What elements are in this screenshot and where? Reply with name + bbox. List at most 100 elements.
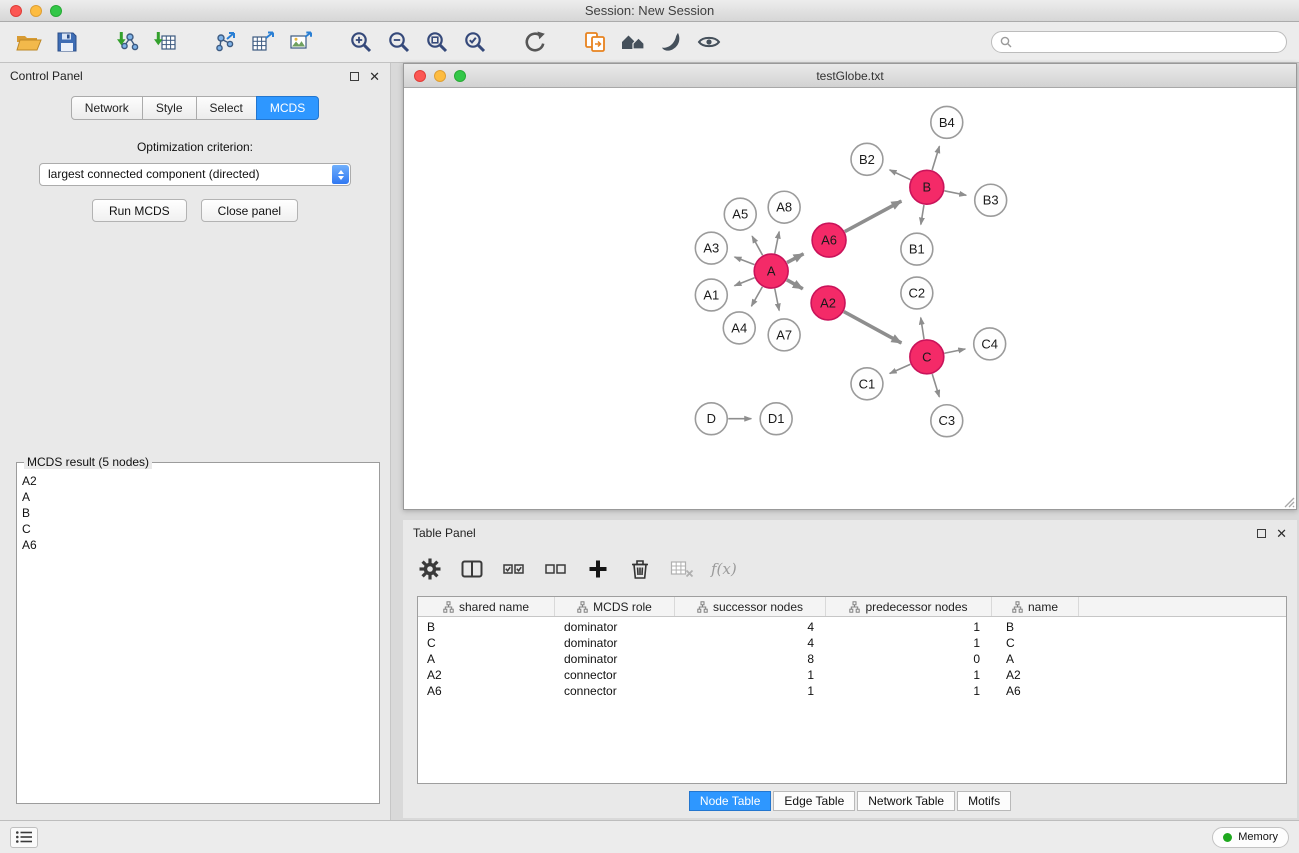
tab-motifs[interactable]: Motifs <box>957 791 1011 811</box>
graph-edge-B-B1[interactable] <box>921 205 924 224</box>
apply-layout-button[interactable] <box>516 26 554 58</box>
graph-edge-C-C4[interactable] <box>944 349 965 353</box>
graph-node-C3[interactable]: C3 <box>931 405 963 437</box>
close-mcds-panel-button[interactable]: Close panel <box>201 199 298 222</box>
tab-network[interactable]: Network <box>71 96 143 120</box>
show-columns-button[interactable] <box>459 556 485 582</box>
export-network-button[interactable] <box>206 26 244 58</box>
zoom-out-button[interactable] <box>380 26 418 58</box>
search-box[interactable] <box>991 31 1287 53</box>
tab-edge-table[interactable]: Edge Table <box>773 791 855 811</box>
table-row[interactable]: Adominator80A <box>418 651 1286 667</box>
graph-node-C2[interactable]: C2 <box>901 277 933 309</box>
resize-grip-icon[interactable] <box>1284 497 1295 508</box>
network-maximize-button[interactable] <box>454 70 466 82</box>
graph-node-B[interactable]: B <box>910 170 944 204</box>
graph-node-A5[interactable]: A5 <box>724 198 756 230</box>
network-close-button[interactable] <box>414 70 426 82</box>
tab-select[interactable]: Select <box>196 96 257 120</box>
export-image-button[interactable] <box>282 26 320 58</box>
save-session-button[interactable] <box>48 26 86 58</box>
ndex-transfer-button[interactable] <box>576 26 614 58</box>
graph-node-B4[interactable]: B4 <box>931 106 963 138</box>
export-table-button[interactable] <box>244 26 282 58</box>
graph-edge-C-C1[interactable] <box>890 364 911 373</box>
graph-edge-A2-C[interactable] <box>844 312 902 343</box>
graph-edge-B-B2[interactable] <box>890 170 911 180</box>
graph-node-A1[interactable]: A1 <box>695 279 727 311</box>
select-all-button[interactable] <box>501 556 527 582</box>
column-header-mcds-role[interactable]: MCDS role <box>555 597 675 616</box>
column-header-successor-nodes[interactable]: successor nodes <box>675 597 826 616</box>
graph-edge-A6-B[interactable] <box>845 201 902 232</box>
float-table-panel-icon[interactable] <box>1257 529 1266 538</box>
graph-edge-A-A5[interactable] <box>752 236 762 255</box>
open-file-button[interactable] <box>10 26 48 58</box>
table-mode-button[interactable] <box>417 556 443 582</box>
mcds-result-item[interactable]: A6 <box>22 537 377 553</box>
graph-node-C4[interactable]: C4 <box>974 328 1006 360</box>
graph-edge-A-A3[interactable] <box>735 257 755 265</box>
graph-edge-A-A1[interactable] <box>734 278 754 286</box>
table-row[interactable]: Bdominator41B <box>418 619 1286 635</box>
mcds-result-item[interactable]: B <box>22 505 377 521</box>
tab-mcds[interactable]: MCDS <box>256 96 319 120</box>
table-row[interactable]: A2connector11A2 <box>418 667 1286 683</box>
deselect-all-button[interactable] <box>543 556 569 582</box>
float-panel-icon[interactable] <box>350 72 359 81</box>
graph-node-B1[interactable]: B1 <box>901 233 933 265</box>
table-row[interactable]: A6connector11A6 <box>418 683 1286 699</box>
tab-node-table[interactable]: Node Table <box>689 791 772 811</box>
delete-columns-button[interactable] <box>627 556 653 582</box>
graph-node-A[interactable]: A <box>754 254 788 288</box>
close-table-panel-icon[interactable]: ✕ <box>1276 527 1287 540</box>
graph-node-C1[interactable]: C1 <box>851 368 883 400</box>
run-mcds-button[interactable]: Run MCDS <box>92 199 187 222</box>
graph-node-A2[interactable]: A2 <box>811 286 845 320</box>
graph-node-D[interactable]: D <box>695 403 727 435</box>
tab-style[interactable]: Style <box>142 96 197 120</box>
graph-edge-B-B4[interactable] <box>932 146 939 170</box>
table-row[interactable]: Cdominator41C <box>418 635 1286 651</box>
maximize-window-button[interactable] <box>50 5 62 17</box>
graph-node-C[interactable]: C <box>910 340 944 374</box>
graph-node-A8[interactable]: A8 <box>768 191 800 223</box>
mcds-result-item[interactable]: A <box>22 489 377 505</box>
graph-node-D1[interactable]: D1 <box>760 403 792 435</box>
graph-node-A7[interactable]: A7 <box>768 319 800 351</box>
graph-node-A4[interactable]: A4 <box>723 312 755 344</box>
mcds-result-item[interactable]: C <box>22 521 377 537</box>
memory-button[interactable]: Memory <box>1212 827 1289 848</box>
close-window-button[interactable] <box>10 5 22 17</box>
create-column-button[interactable] <box>585 556 611 582</box>
mcds-result-item[interactable]: A2 <box>22 473 377 489</box>
zoom-in-button[interactable] <box>342 26 380 58</box>
graph-edge-A-A2[interactable] <box>787 280 803 289</box>
tab-network-table[interactable]: Network Table <box>857 791 955 811</box>
graph-edge-A-A7[interactable] <box>775 289 779 311</box>
import-table-button[interactable] <box>146 26 184 58</box>
search-input[interactable] <box>1017 35 1278 49</box>
graph-edge-A-A6[interactable] <box>787 254 803 263</box>
graph-node-B3[interactable]: B3 <box>975 184 1007 216</box>
network-canvas[interactable]: B4B2BB3A5A8A6A3B1AC2A1A2A4A7C4CC1C3DD1 <box>404 88 1296 509</box>
graph-edge-A-A4[interactable] <box>751 287 762 306</box>
column-header-name[interactable]: name <box>992 597 1079 616</box>
zoom-selected-button[interactable] <box>456 26 494 58</box>
graph-edge-A-A8[interactable] <box>775 232 779 254</box>
column-header-shared-name[interactable]: shared name <box>418 597 555 616</box>
minimize-window-button[interactable] <box>30 5 42 17</box>
graph-node-B2[interactable]: B2 <box>851 143 883 175</box>
task-history-button[interactable] <box>10 827 38 848</box>
style-brush-button[interactable] <box>652 26 690 58</box>
graph-edge-C-C2[interactable] <box>921 318 924 339</box>
zoom-fit-button[interactable] <box>418 26 456 58</box>
column-header-predecessor-nodes[interactable]: predecessor nodes <box>826 597 992 616</box>
home-button[interactable] <box>614 26 652 58</box>
graph-node-A6[interactable]: A6 <box>812 223 846 257</box>
import-network-button[interactable] <box>108 26 146 58</box>
graph-edge-B-B3[interactable] <box>944 191 966 195</box>
show-graphics-button[interactable] <box>690 26 728 58</box>
criterion-dropdown[interactable]: largest connected component (directed) <box>39 163 351 186</box>
network-minimize-button[interactable] <box>434 70 446 82</box>
